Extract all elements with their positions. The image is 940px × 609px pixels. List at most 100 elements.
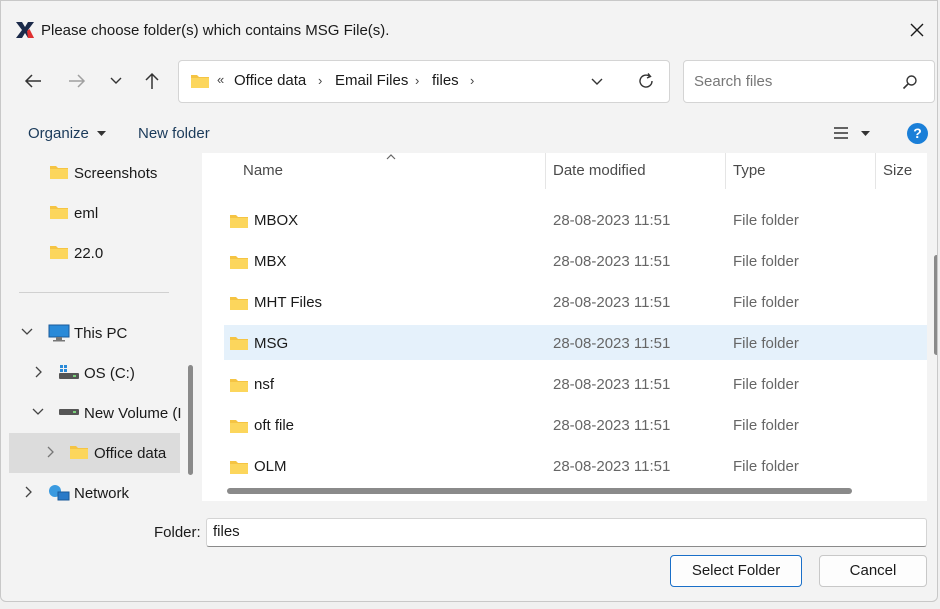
file-row-nsf[interactable]: nsf 28-08-2023 11:51 File folder bbox=[224, 368, 927, 401]
folder-icon bbox=[230, 215, 248, 228]
file-name: MSG bbox=[254, 335, 289, 352]
network-icon bbox=[49, 485, 70, 501]
breadcrumb-separator[interactable]: › bbox=[470, 73, 474, 88]
file-name: MBX bbox=[254, 253, 287, 270]
close-button[interactable] bbox=[895, 13, 937, 47]
column-header-size[interactable]: Size bbox=[876, 153, 927, 189]
organize-button[interactable]: Organize bbox=[28, 125, 107, 142]
address-bar[interactable]: « Office data › Email Files › files › bbox=[178, 60, 670, 103]
chevron-down-icon[interactable] bbox=[589, 73, 605, 89]
window-title: Please choose folder(s) which contains M… bbox=[41, 22, 390, 39]
breadcrumb-office-data[interactable]: Office data bbox=[234, 72, 306, 89]
folder-icon bbox=[230, 379, 248, 392]
column-header-date-modified[interactable]: Date modified bbox=[546, 153, 725, 189]
folder-icon bbox=[50, 246, 68, 259]
file-row-oft-file[interactable]: oft file 28-08-2023 11:51 File folder bbox=[224, 409, 927, 442]
file-type: File folder bbox=[733, 253, 799, 270]
breadcrumb-files[interactable]: files bbox=[432, 72, 459, 89]
file-name: nsf bbox=[254, 376, 275, 393]
nav-item-new-volume[interactable]: New Volume (I bbox=[1, 393, 182, 433]
file-row-olm[interactable]: OLM 28-08-2023 11:51 File folder bbox=[224, 450, 927, 483]
column-label: Date modified bbox=[553, 162, 646, 179]
command-bar: Organize New folder ? bbox=[1, 113, 937, 153]
drive-icon bbox=[59, 409, 79, 415]
view-list-icon[interactable] bbox=[833, 126, 849, 140]
nav-item-label: New Volume (I bbox=[84, 405, 182, 422]
file-date: 28-08-2023 11:51 bbox=[553, 376, 671, 393]
nav-item-os-c[interactable]: OS (C:) bbox=[1, 353, 181, 393]
folder-icon bbox=[230, 337, 248, 350]
nav-item-label: 22.0 bbox=[74, 245, 104, 262]
chevron-down-icon bbox=[110, 77, 122, 84]
nav-pane-scrollbar[interactable] bbox=[188, 365, 193, 475]
column-header-type[interactable]: Type bbox=[726, 153, 875, 189]
file-row-mbox[interactable]: MBOX 28-08-2023 11:51 File folder bbox=[224, 204, 927, 237]
file-type: File folder bbox=[733, 294, 799, 311]
breadcrumb-separator[interactable]: › bbox=[318, 73, 322, 88]
breadcrumb-email-files[interactable]: Email Files bbox=[335, 72, 408, 89]
file-name: MHT Files bbox=[254, 294, 323, 311]
new-folder-button[interactable]: New folder bbox=[138, 125, 210, 142]
nav-item-label: OS (C:) bbox=[84, 365, 135, 382]
nav-item-screenshots[interactable]: Screenshots bbox=[1, 153, 181, 193]
refresh-icon[interactable] bbox=[636, 71, 656, 91]
file-type: File folder bbox=[733, 458, 799, 475]
nav-item-network[interactable]: Network bbox=[1, 473, 181, 501]
folder-icon bbox=[230, 461, 248, 474]
x-logo-icon bbox=[16, 22, 34, 38]
caret-down-icon[interactable] bbox=[861, 131, 870, 137]
search-input[interactable]: Search files bbox=[683, 60, 935, 103]
nav-item-label: Office data bbox=[94, 445, 167, 462]
nav-item-label: eml bbox=[74, 205, 99, 222]
file-row-msg[interactable]: MSG 28-08-2023 11:51 File folder bbox=[224, 325, 927, 360]
file-date: 28-08-2023 11:51 bbox=[553, 253, 671, 270]
folder-name-input[interactable]: files bbox=[206, 518, 927, 547]
nav-item-label: This PC bbox=[74, 325, 128, 342]
up-button[interactable] bbox=[138, 69, 166, 93]
file-row-mht-files[interactable]: MHT Files 28-08-2023 11:51 File folder bbox=[224, 286, 927, 319]
breadcrumb-separator[interactable]: › bbox=[415, 73, 419, 88]
recent-locations-button[interactable] bbox=[102, 69, 130, 93]
folder-icon bbox=[50, 206, 68, 219]
chevron-right-icon[interactable] bbox=[32, 365, 44, 379]
back-button[interactable] bbox=[19, 69, 47, 93]
folder-icon bbox=[230, 256, 248, 269]
column-label: Size bbox=[883, 162, 913, 179]
overflow-chevron[interactable]: « bbox=[217, 72, 224, 87]
horizontal-scrollbar[interactable] bbox=[227, 488, 852, 494]
title-bar: Please choose folder(s) which contains M… bbox=[1, 1, 937, 47]
forward-button[interactable] bbox=[63, 69, 91, 93]
nav-item-eml[interactable]: eml bbox=[1, 193, 181, 233]
folder-icon bbox=[191, 75, 209, 88]
nav-item-22-0[interactable]: 22.0 bbox=[1, 233, 181, 273]
nav-item-office-data[interactable]: Office data bbox=[9, 433, 180, 473]
chevron-right-icon[interactable] bbox=[44, 445, 56, 459]
help-icon[interactable]: ? bbox=[907, 123, 928, 144]
chevron-down-icon[interactable] bbox=[32, 405, 44, 419]
folder-icon bbox=[230, 420, 248, 433]
folder-picker-dialog: Please choose folder(s) which contains M… bbox=[0, 0, 938, 602]
nav-item-this-pc[interactable]: This PC bbox=[1, 313, 181, 353]
cancel-button[interactable]: Cancel bbox=[819, 555, 927, 587]
caret-down-icon bbox=[97, 131, 107, 137]
column-label: Type bbox=[733, 162, 766, 179]
file-date: 28-08-2023 11:51 bbox=[553, 458, 671, 475]
file-name: oft file bbox=[254, 417, 295, 434]
select-folder-button[interactable]: Select Folder bbox=[670, 555, 802, 587]
column-header-name[interactable]: Name bbox=[202, 153, 545, 189]
file-date: 28-08-2023 11:51 bbox=[553, 417, 671, 434]
navigation-bar: « Office data › Email Files › files › Se… bbox=[1, 47, 937, 113]
file-date: 28-08-2023 11:51 bbox=[553, 294, 671, 311]
vertical-scrollbar[interactable] bbox=[934, 255, 937, 355]
arrow-left-icon bbox=[24, 74, 41, 88]
nav-item-label: Network bbox=[74, 485, 130, 501]
folder-icon bbox=[70, 446, 88, 459]
file-row-mbx[interactable]: MBX 28-08-2023 11:51 File folder bbox=[224, 245, 927, 278]
arrow-right-icon bbox=[69, 74, 86, 88]
file-list: Name Date modified Type Size MBOX 28-08-… bbox=[202, 153, 927, 501]
nav-divider bbox=[19, 292, 169, 293]
chevron-down-icon[interactable] bbox=[21, 325, 33, 339]
chevron-right-icon[interactable] bbox=[22, 485, 34, 499]
column-label: Name bbox=[243, 162, 284, 179]
search-placeholder: Search files bbox=[694, 73, 773, 90]
